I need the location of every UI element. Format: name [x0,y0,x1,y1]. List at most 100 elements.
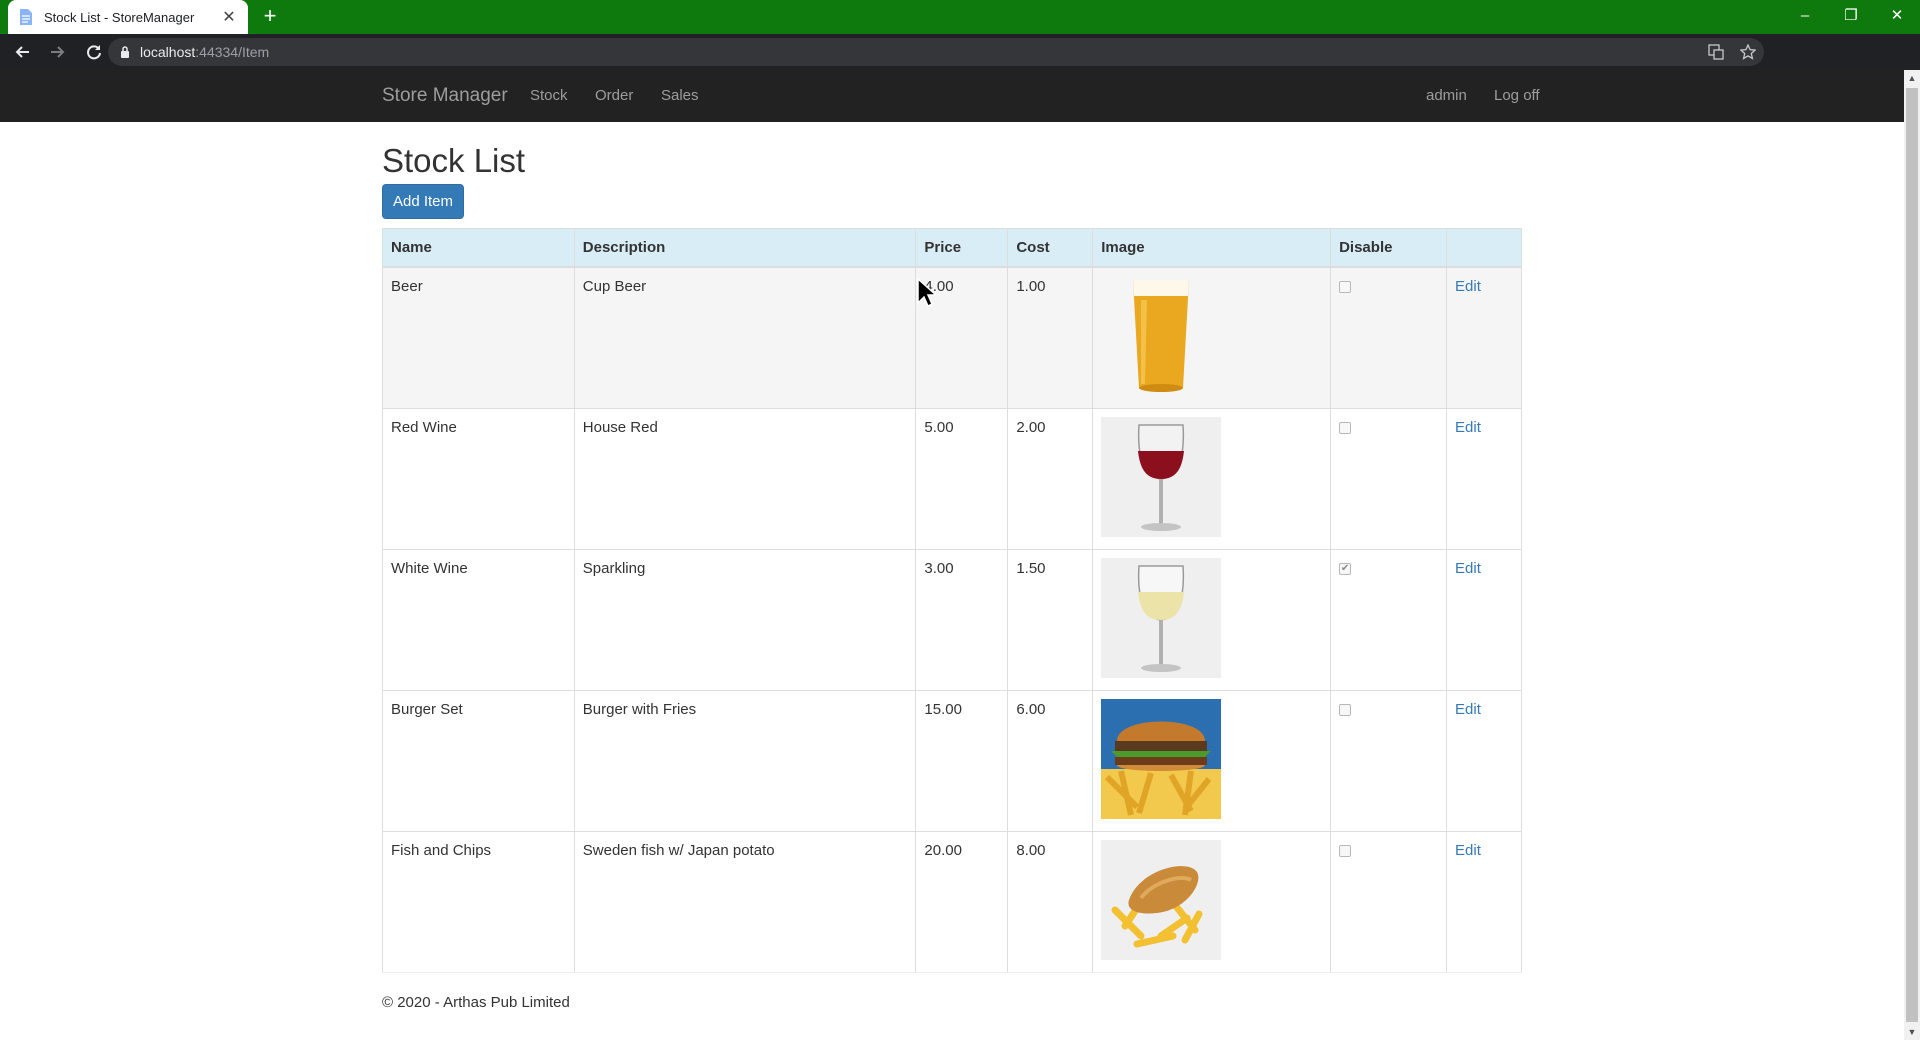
footer-divider [382,972,1522,973]
reload-button[interactable] [80,38,108,66]
cell-image [1092,266,1332,409]
cell-action: Edit [1446,548,1522,691]
burger-with-fries-image [1101,698,1222,819]
new-tab-button[interactable]: + [258,5,282,28]
cell-name: White Wine [382,548,575,691]
page-title: Stock List [382,142,526,179]
scroll-down-arrow-icon[interactable]: ▼ [1904,1024,1920,1040]
cell-description: House Red [573,407,917,550]
cell-disable [1330,266,1448,409]
cell-name: Beer [382,266,575,409]
cell-image [1092,548,1332,691]
minimize-button[interactable]: – [1782,0,1828,30]
table-row: Beer Cup Beer 4.00 1.00 Edit [382,266,1522,409]
forward-arrow-icon [51,46,65,58]
close-window-button[interactable]: ✕ [1874,0,1920,30]
cell-name: Fish and Chips [382,830,575,973]
address-bar[interactable]: localhost:44334/Item [108,38,1764,66]
back-arrow-icon [15,46,29,58]
browser-toolbar: localhost:44334/Item [0,34,1920,94]
disable-checkbox[interactable] [1339,703,1352,716]
header-name: Name [382,228,575,268]
cell-disable [1330,689,1448,832]
nav-link-sales[interactable]: Sales [661,87,699,104]
url-path: :44334/Item [195,44,270,60]
edit-link[interactable]: Edit [1455,701,1481,718]
mouse-cursor-icon [917,278,935,308]
cell-disable: ✔ [1330,548,1448,691]
disable-checkbox[interactable] [1339,421,1352,434]
window-controls: – ❐ ✕ [1782,0,1920,30]
cell-action: Edit [1446,266,1522,409]
table-row: Red Wine House Red 5.00 2.00 Edit [382,407,1522,550]
header-description: Description [573,228,917,268]
add-item-button[interactable]: Add Item [382,184,464,219]
url-host: localhost [140,44,196,60]
edit-link[interactable]: Edit [1455,278,1481,295]
header-cost: Cost [1007,228,1094,268]
cell-name: Red Wine [382,407,575,550]
nav-link-order[interactable]: Order [595,87,633,104]
cell-action: Edit [1446,689,1522,832]
lock-icon [120,46,130,58]
nav-link-logoff[interactable]: Log off [1494,87,1540,104]
cell-description: Sparkling [573,548,917,691]
forward-button[interactable] [44,38,72,66]
url-text: localhost:44334/Item [140,44,269,60]
edit-link[interactable]: Edit [1455,419,1481,436]
edit-link[interactable]: Edit [1455,560,1481,577]
cell-price: 20.00 [915,830,1009,973]
restore-button[interactable]: ❐ [1828,0,1874,30]
header-action [1446,228,1522,268]
browser-titlebar: Stock List - StoreManager ✕ + – ❐ ✕ [0,0,1920,34]
table-header-row: Name Description Price Cost Image Disabl… [382,228,1522,268]
browser-tab[interactable]: Stock List - StoreManager ✕ [8,0,248,34]
cell-name: Burger Set [382,689,575,832]
nav-link-user[interactable]: admin [1426,87,1467,104]
cell-cost: 6.00 [1007,689,1094,832]
cell-price: 15.00 [915,689,1009,832]
checkmark-icon: ✔ [1340,562,1350,574]
cell-disable [1330,830,1448,973]
cell-disable [1330,407,1448,550]
cell-description: Burger with Fries [573,689,917,832]
nav-link-stock[interactable]: Stock [530,87,568,104]
cell-cost: 8.00 [1007,830,1094,973]
table-row: Fish and Chips Sweden fish w/ Japan pota… [382,830,1522,973]
disable-checkbox[interactable] [1339,280,1352,293]
cell-action: Edit [1446,830,1522,973]
white-wine-glass-image [1101,557,1222,678]
cell-price: 3.00 [915,548,1009,691]
table-row: White Wine Sparkling 3.00 1.50 ✔ Edit [382,548,1522,691]
scroll-thumb[interactable] [1906,88,1918,1022]
back-button[interactable] [8,38,36,66]
header-disable: Disable [1330,228,1448,268]
page-icon [18,9,34,25]
cell-description: Cup Beer [573,266,917,409]
site-navbar: Store Manager Stock Order Sales admin Lo… [0,70,1904,122]
cell-cost: 1.50 [1007,548,1094,691]
scroll-up-arrow-icon[interactable]: ▲ [1904,70,1920,86]
stock-table: Name Description Price Cost Image Disabl… [382,228,1522,973]
reload-icon [87,45,101,60]
red-wine-glass-image [1101,416,1222,537]
beer-glass-image [1101,275,1222,396]
cell-cost: 2.00 [1007,407,1094,550]
cell-cost: 1.00 [1007,266,1094,409]
disable-checkbox[interactable]: ✔ [1339,562,1352,575]
cell-action: Edit [1446,407,1522,550]
disable-checkbox[interactable] [1339,844,1352,857]
page-scrollbar[interactable]: ▲ ▼ [1904,70,1920,1040]
translate-icon[interactable] [1700,38,1732,66]
tab-title: Stock List - StoreManager [44,9,195,25]
header-price: Price [915,228,1009,268]
edit-link[interactable]: Edit [1455,842,1481,859]
header-image: Image [1092,228,1332,268]
tab-close-icon[interactable]: ✕ [220,7,238,27]
table-row: Burger Set Burger with Fries 15.00 6.00 [382,689,1522,832]
footer-text: © 2020 - Arthas Pub Limited [382,994,570,1011]
cell-image [1092,407,1332,550]
bookmark-star-icon[interactable] [1732,38,1764,66]
brand-link[interactable]: Store Manager [382,85,508,107]
cell-description: Sweden fish w/ Japan potato [573,830,917,973]
